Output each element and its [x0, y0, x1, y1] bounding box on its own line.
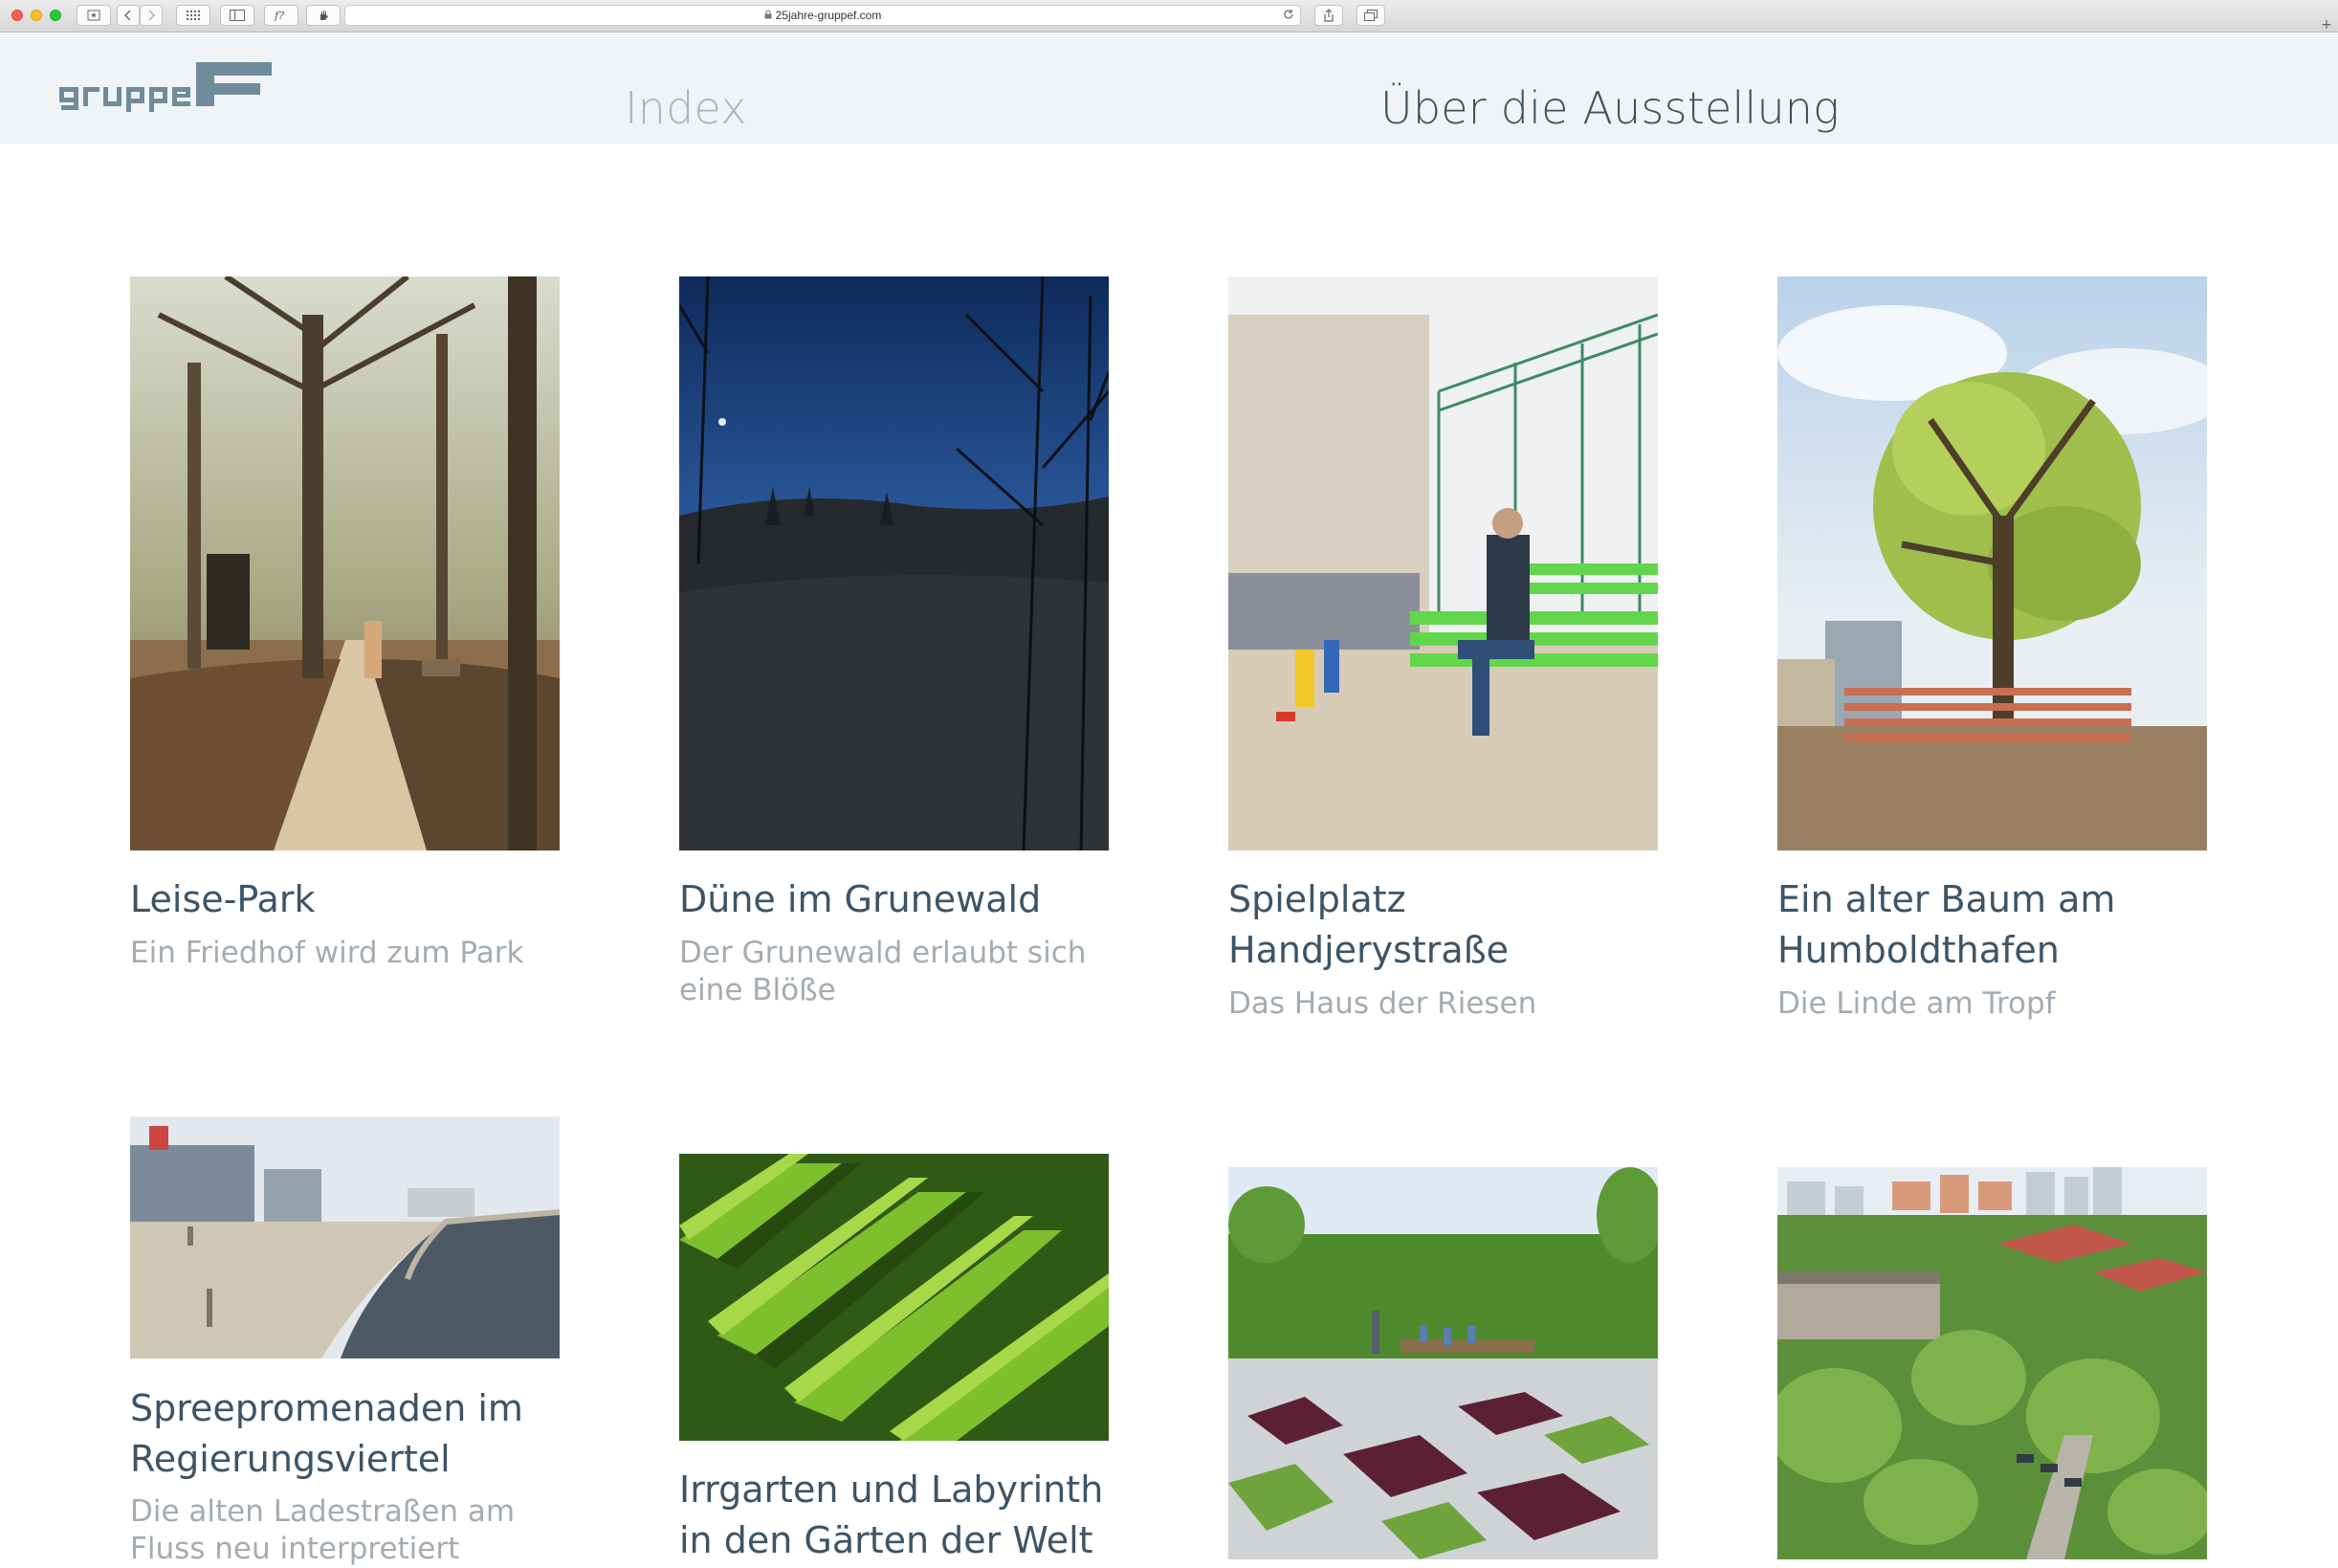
forward-icon[interactable] [140, 5, 163, 26]
project-title[interactable]: Leise-Park [130, 874, 580, 925]
playground-bench-photo[interactable] [1228, 276, 1658, 850]
address-bar[interactable]: 25jahre-gruppef.com [344, 5, 1301, 26]
new-tab-icon[interactable]: + [2319, 17, 2334, 33]
browser-toolbar: f? 25jahre-gruppef.com + [0, 0, 2338, 33]
close-icon[interactable] [11, 10, 23, 21]
garden-beds-photo[interactable] [1228, 1167, 1658, 1559]
hand-icon[interactable] [306, 5, 341, 26]
river-promenade-photo[interactable] [130, 1116, 560, 1358]
hedge-maze-photo[interactable] [679, 1154, 1109, 1441]
share-icon[interactable] [1314, 5, 1343, 26]
park-path-photo[interactable] [130, 276, 560, 850]
project-title[interactable]: Ein alter Baum am Humboldthafen [1777, 874, 2227, 976]
project-title[interactable]: Spielplatz Handjerystraße [1228, 874, 1678, 976]
project-subtitle: Ein Friedhof wird zum Park [130, 936, 524, 970]
formula-icon[interactable]: f? [264, 5, 298, 26]
tabs-icon[interactable] [1356, 5, 1385, 26]
project-subtitle: Die alten Ladestraßen am Fluss neu inter… [130, 1494, 516, 1566]
back-icon[interactable] [117, 5, 140, 26]
site-header: Index Über die Ausstellung [0, 33, 2338, 144]
project-title[interactable]: Spreepromenaden im Regierungsviertel [130, 1383, 580, 1485]
grid-icon[interactable] [176, 5, 210, 26]
nav-about-link[interactable]: Über die Ausstellung [1380, 86, 1840, 130]
gruppef-logo[interactable] [57, 58, 273, 125]
bookmark-icon[interactable] [77, 5, 111, 26]
project-subtitle: Der Grunewald erlaubt sich eine Blöße [679, 936, 1087, 1007]
project-title[interactable]: Irrgarten und Labyrinth in den Gärten de… [679, 1465, 1129, 1566]
sidebar-icon[interactable] [220, 5, 254, 26]
lock-icon [764, 9, 772, 22]
project-title[interactable]: Düne im Grunewald [679, 874, 1129, 925]
reload-icon[interactable] [1283, 9, 1294, 23]
night-dune-photo[interactable] [679, 276, 1109, 850]
project-subtitle: Die Linde am Tropf [1777, 986, 2056, 1021]
svg-text:f?: f? [274, 10, 284, 21]
project-subtitle: Das Haus der Riesen [1228, 986, 1537, 1021]
url-text: 25jahre-gruppef.com [775, 9, 882, 22]
maximize-icon[interactable] [50, 10, 61, 21]
aerial-housing-photo[interactable] [1777, 1167, 2207, 1559]
old-tree-photo[interactable] [1777, 276, 2207, 850]
minimize-icon[interactable] [31, 10, 42, 21]
nav-index-link[interactable]: Index [625, 86, 747, 130]
